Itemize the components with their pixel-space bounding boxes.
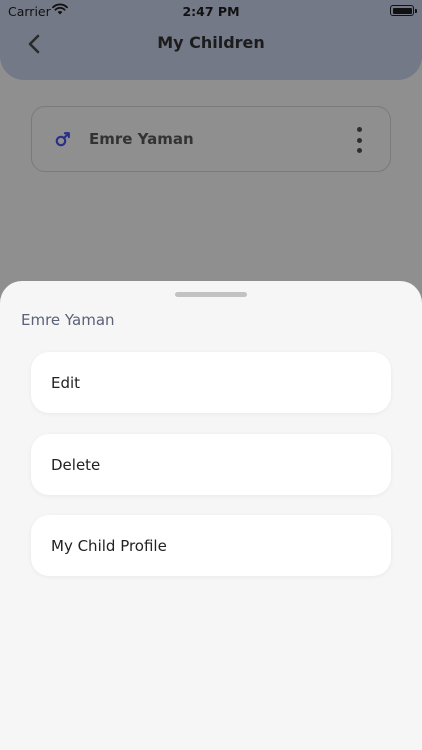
more-options-button[interactable] [354,127,364,153]
status-bar: Carrier 2:47 PM [0,0,422,22]
male-symbol-icon [53,129,73,149]
battery-icon [390,5,417,16]
action-bottom-sheet: Emre Yaman Edit Delete My Child Profile [0,281,422,750]
child-profile-option[interactable]: My Child Profile [31,515,391,576]
child-card[interactable]: Emre Yaman [31,106,391,172]
status-time: 2:47 PM [182,4,240,19]
more-dot [356,127,362,132]
more-dot [356,137,362,143]
more-dot [356,148,362,153]
child-name: Emre Yaman [89,130,194,148]
sheet-grabber[interactable] [175,292,247,297]
edit-option[interactable]: Edit [31,352,391,413]
delete-option[interactable]: Delete [31,434,391,495]
page-title: My Children [157,33,265,52]
sheet-title: Emre Yaman [21,311,115,329]
